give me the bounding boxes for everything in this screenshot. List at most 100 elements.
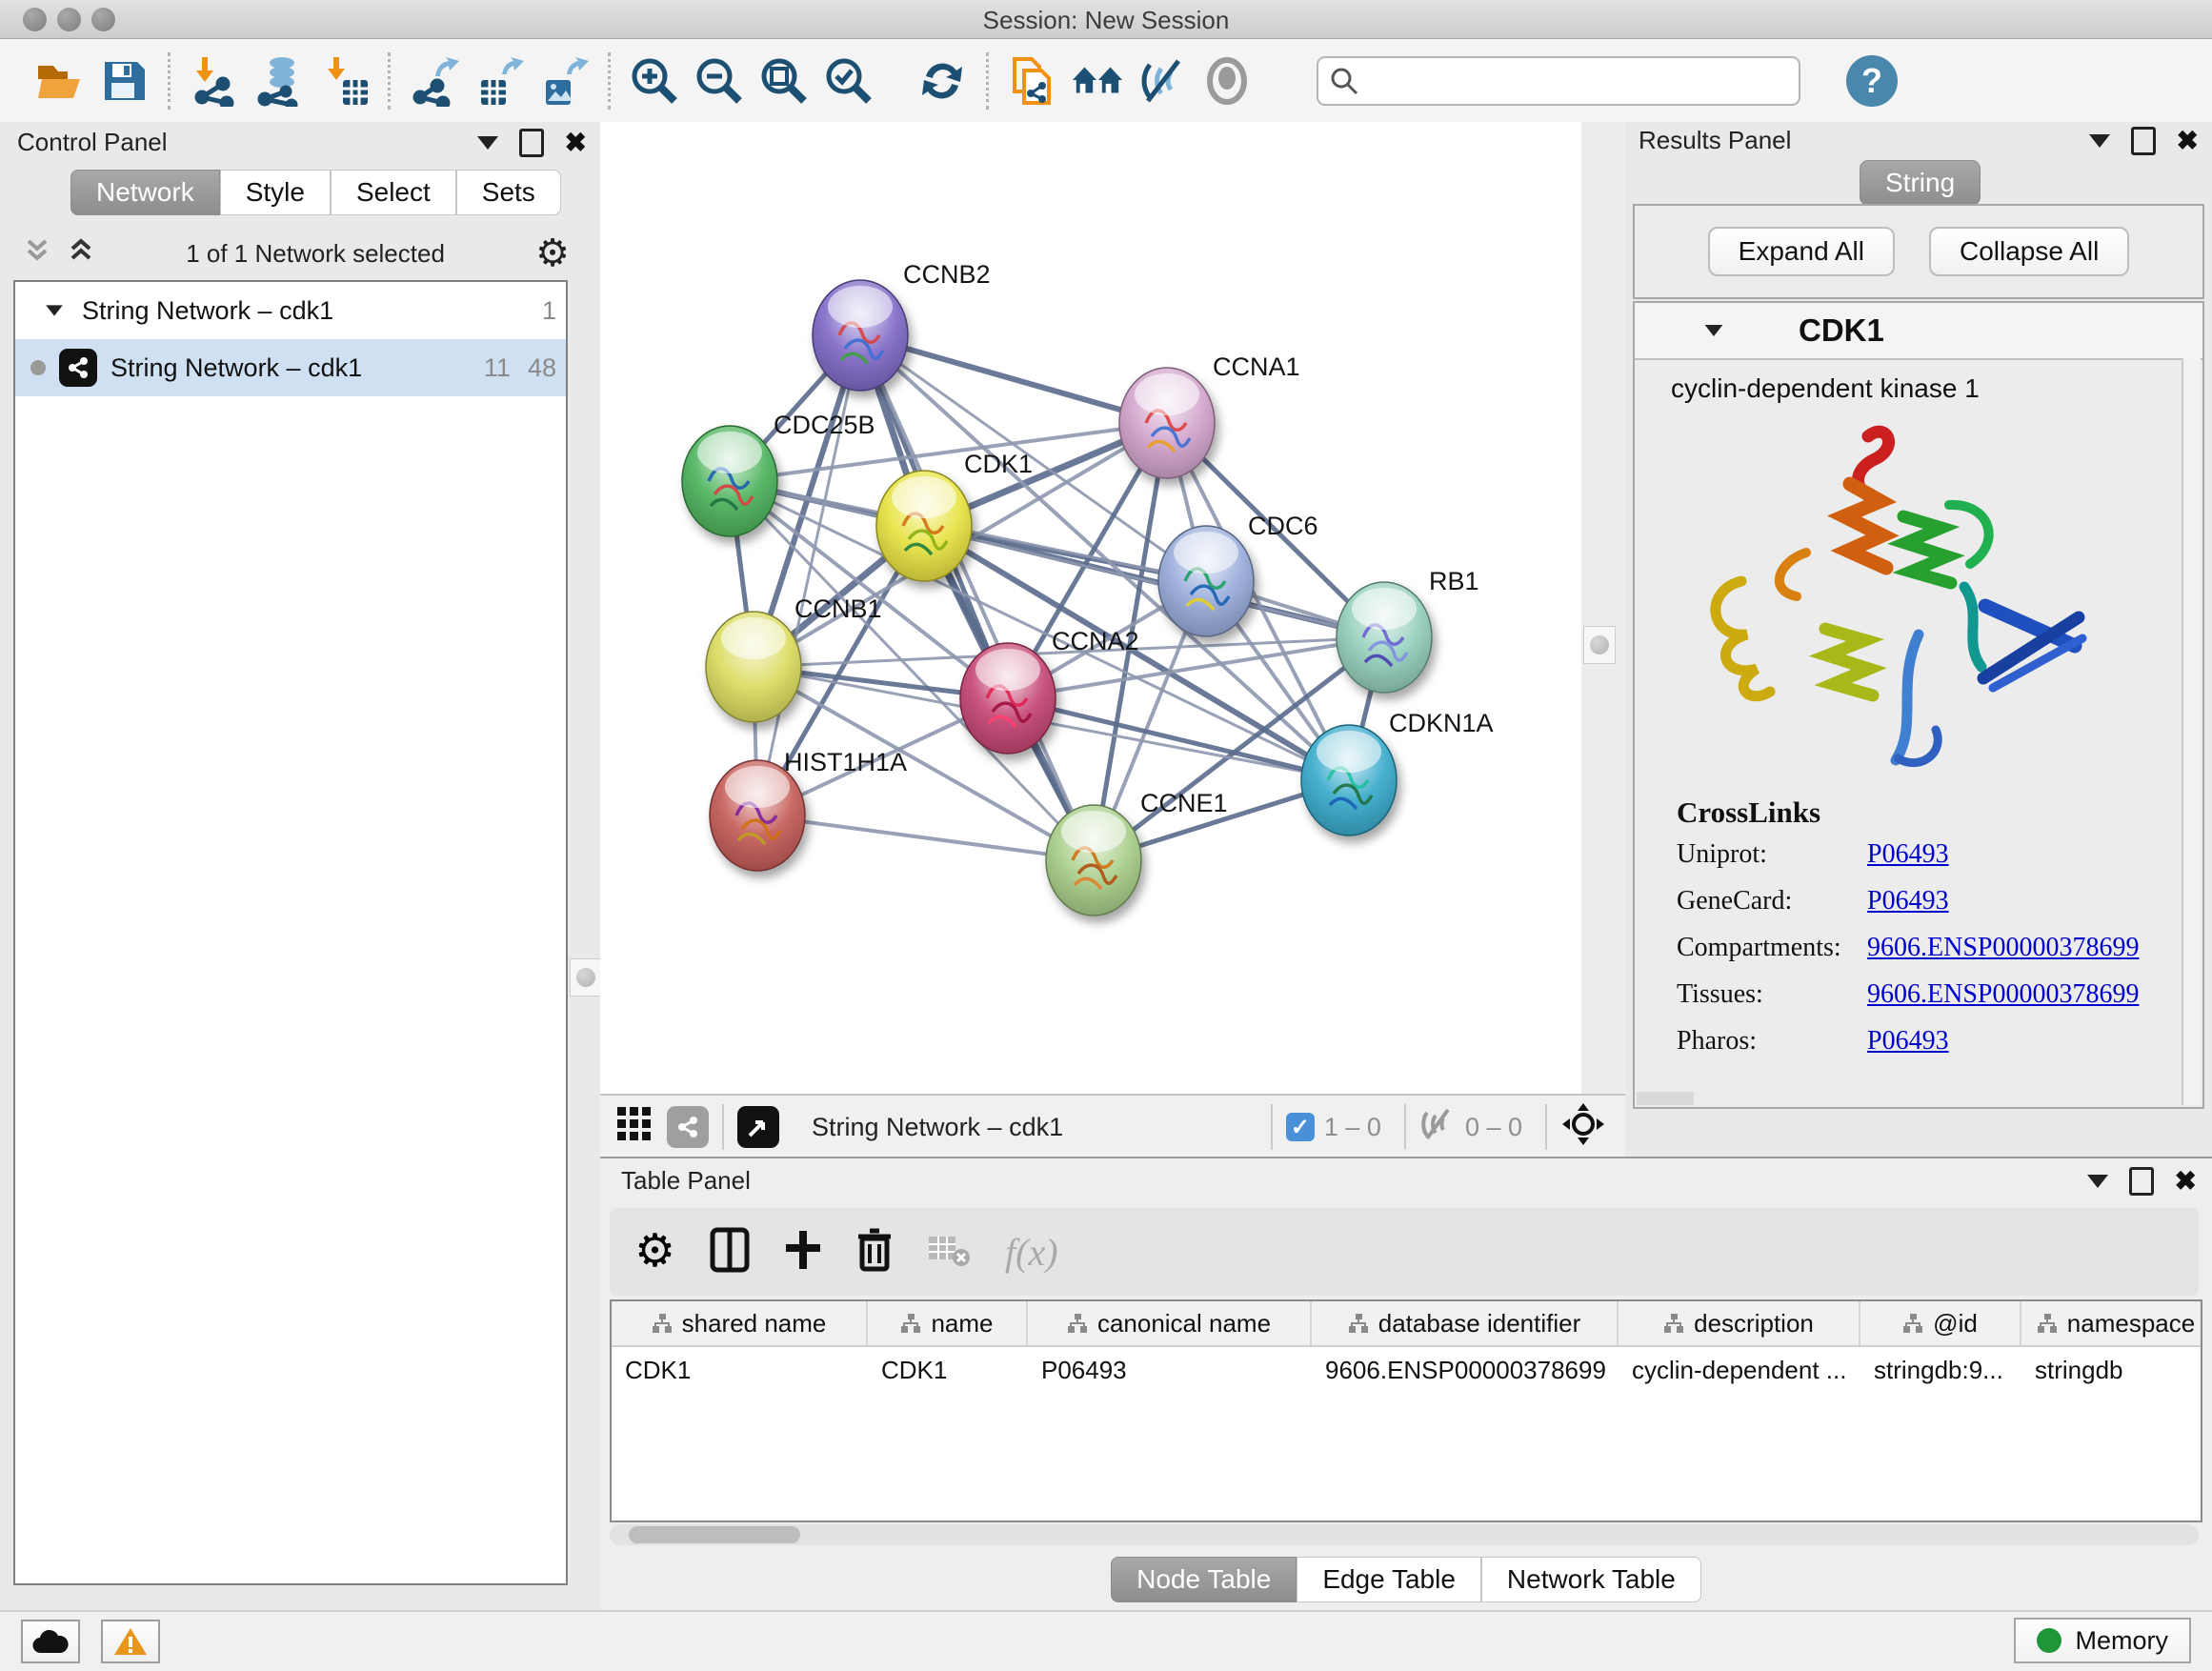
table-hscrollbar[interactable] bbox=[610, 1524, 2199, 1545]
zoom-out-icon[interactable] bbox=[693, 54, 746, 108]
compartments-link[interactable]: 9606.ENSP00000378699 bbox=[1867, 933, 2139, 963]
node-table[interactable]: shared namenamecanonical namedatabase id… bbox=[610, 1299, 2202, 1522]
network-node-hist1h1a[interactable]: HIST1H1A bbox=[710, 748, 907, 871]
table-cell[interactable]: CDK1 bbox=[612, 1347, 868, 1393]
panel-menu-icon[interactable] bbox=[2089, 134, 2110, 148]
network-node-cdkn1a[interactable]: CDKN1A bbox=[1301, 709, 1494, 836]
table-settings-gear-icon[interactable]: ⚙ bbox=[634, 1229, 675, 1275]
collapse-icon[interactable] bbox=[1705, 325, 1723, 336]
close-panel-icon[interactable]: ✖ bbox=[2175, 1168, 2197, 1195]
column-header-canonicalname[interactable]: canonical name bbox=[1028, 1301, 1312, 1345]
string-view-icon[interactable] bbox=[667, 1106, 709, 1148]
open-session-icon[interactable] bbox=[32, 54, 86, 108]
network-node-rb1[interactable]: RB1 bbox=[1337, 567, 1479, 693]
column-header-name[interactable]: name bbox=[868, 1301, 1028, 1345]
collapse-icon[interactable] bbox=[46, 305, 63, 315]
import-table-icon[interactable] bbox=[317, 54, 371, 108]
network-collection-row[interactable]: String Network – cdk1 1 bbox=[15, 282, 566, 339]
tab-select[interactable]: Select bbox=[331, 170, 456, 215]
selected-nodes-checkbox[interactable]: ✓ bbox=[1286, 1113, 1315, 1141]
uniprot-link[interactable]: P06493 bbox=[1867, 839, 1949, 870]
column-header-namespace[interactable]: namespace bbox=[2021, 1301, 2202, 1345]
expand-all-networks-icon[interactable] bbox=[67, 235, 95, 272]
tab-node-table[interactable]: Node Table bbox=[1111, 1557, 1297, 1602]
network-node-ccna1[interactable]: CCNA1 bbox=[1119, 352, 1300, 478]
collapse-all-button[interactable]: Collapse All bbox=[1929, 227, 2129, 276]
help-icon[interactable]: ? bbox=[1846, 55, 1898, 107]
expand-all-button[interactable]: Expand All bbox=[1708, 227, 1895, 276]
save-session-icon[interactable] bbox=[97, 54, 151, 108]
table-cell[interactable]: stringdb bbox=[2021, 1347, 2202, 1393]
show-columns-icon[interactable] bbox=[710, 1227, 750, 1278]
export-table-icon[interactable] bbox=[473, 54, 526, 108]
import-network-from-database-icon[interactable] bbox=[252, 54, 306, 108]
hidden-eye-icon[interactable] bbox=[1419, 1107, 1456, 1148]
search-input[interactable] bbox=[1358, 67, 1799, 95]
protein-section-header[interactable]: CDK1 bbox=[1635, 303, 2202, 360]
table-row[interactable]: CDK1CDK1P064939606.ENSP00000378699cyclin… bbox=[612, 1347, 2201, 1393]
zoom-selected-icon[interactable] bbox=[822, 54, 875, 108]
warning-button[interactable] bbox=[101, 1620, 160, 1663]
column-header-databaseidentifier[interactable]: database identifier bbox=[1312, 1301, 1619, 1345]
close-panel-icon[interactable]: ✖ bbox=[565, 130, 587, 156]
network-edge[interactable] bbox=[757, 335, 860, 815]
memory-button[interactable]: Memory bbox=[2014, 1618, 2191, 1663]
copy-network-icon[interactable] bbox=[1006, 54, 1059, 108]
table-cell[interactable]: CDK1 bbox=[868, 1347, 1028, 1393]
cloud-button[interactable] bbox=[21, 1620, 80, 1663]
network-options-gear-icon[interactable]: ⚙ bbox=[535, 234, 570, 272]
zoom-in-icon[interactable] bbox=[628, 54, 681, 108]
panel-menu-icon[interactable] bbox=[2087, 1175, 2108, 1188]
close-panel-icon[interactable]: ✖ bbox=[2177, 128, 2199, 154]
network-edge[interactable] bbox=[860, 335, 1094, 860]
tab-style[interactable]: Style bbox=[220, 170, 331, 215]
pharos-link[interactable]: P06493 bbox=[1867, 1026, 1949, 1057]
show-hide-icon[interactable] bbox=[1136, 54, 1189, 108]
function-builder-icon[interactable]: f(x) bbox=[1005, 1230, 1058, 1275]
import-network-icon[interactable] bbox=[188, 54, 241, 108]
float-panel-icon[interactable] bbox=[519, 129, 544, 157]
pan-crosshair-icon[interactable] bbox=[1560, 1101, 1606, 1154]
delete-table-icon[interactable] bbox=[927, 1231, 971, 1274]
tab-network-table[interactable]: Network Table bbox=[1481, 1557, 1701, 1602]
results-scrollbar[interactable] bbox=[2182, 358, 2201, 1105]
column-header-id[interactable]: @id bbox=[1860, 1301, 2021, 1345]
birdseye-view-icon[interactable] bbox=[737, 1106, 779, 1148]
eye-icon[interactable] bbox=[1200, 54, 1254, 108]
table-cell[interactable]: stringdb:9... bbox=[1860, 1347, 2021, 1393]
tab-network[interactable]: Network bbox=[70, 170, 220, 215]
network-node-ccne1[interactable]: CCNE1 bbox=[1046, 789, 1228, 916]
delete-column-icon[interactable] bbox=[856, 1227, 893, 1278]
genecard-link[interactable]: P06493 bbox=[1867, 886, 1949, 916]
network-node-ccnb1[interactable]: CCNB1 bbox=[706, 594, 882, 722]
network-row[interactable]: String Network – cdk1 11 48 bbox=[15, 339, 566, 396]
float-panel-icon[interactable] bbox=[2129, 1167, 2154, 1196]
collapse-all-networks-icon[interactable] bbox=[23, 235, 51, 272]
home-layout-icon[interactable] bbox=[1071, 54, 1124, 108]
table-cell[interactable]: 9606.ENSP00000378699 bbox=[1312, 1347, 1619, 1393]
right-splitter[interactable] bbox=[1581, 122, 1628, 1094]
column-header-sharedname[interactable]: shared name bbox=[612, 1301, 868, 1345]
export-image-icon[interactable] bbox=[537, 54, 591, 108]
panel-menu-icon[interactable] bbox=[477, 136, 498, 150]
network-view-toolbar: String Network – cdk1 ✓ 1 – 0 0 – 0 bbox=[600, 1094, 1625, 1158]
export-network-icon[interactable] bbox=[408, 54, 461, 108]
table-cell[interactable]: P06493 bbox=[1028, 1347, 1312, 1393]
refresh-icon[interactable] bbox=[915, 54, 969, 108]
grid-view-icon[interactable] bbox=[615, 1105, 654, 1150]
right-splitter-handle[interactable] bbox=[1583, 626, 1616, 664]
tab-sets[interactable]: Sets bbox=[456, 170, 561, 215]
network-view-canvas[interactable]: CCNB2CCNA1CDC25BCDK1CDC6RB1CCNB1CCNA2CDK… bbox=[600, 122, 1581, 1094]
tab-string[interactable]: String bbox=[1860, 160, 1981, 206]
table-hscroll-thumb[interactable] bbox=[629, 1526, 800, 1543]
column-header-description[interactable]: description bbox=[1619, 1301, 1860, 1345]
network-edge[interactable] bbox=[757, 815, 1094, 860]
create-column-icon[interactable] bbox=[784, 1227, 822, 1278]
zoom-fit-icon[interactable] bbox=[757, 54, 811, 108]
tab-edge-table[interactable]: Edge Table bbox=[1297, 1557, 1481, 1602]
tissues-link[interactable]: 9606.ENSP00000378699 bbox=[1867, 979, 2139, 1010]
search-field[interactable] bbox=[1317, 56, 1800, 106]
float-panel-icon[interactable] bbox=[2131, 127, 2156, 155]
table-cell[interactable]: cyclin-dependent ... bbox=[1619, 1347, 1860, 1393]
left-splitter-handle[interactable] bbox=[570, 958, 602, 997]
